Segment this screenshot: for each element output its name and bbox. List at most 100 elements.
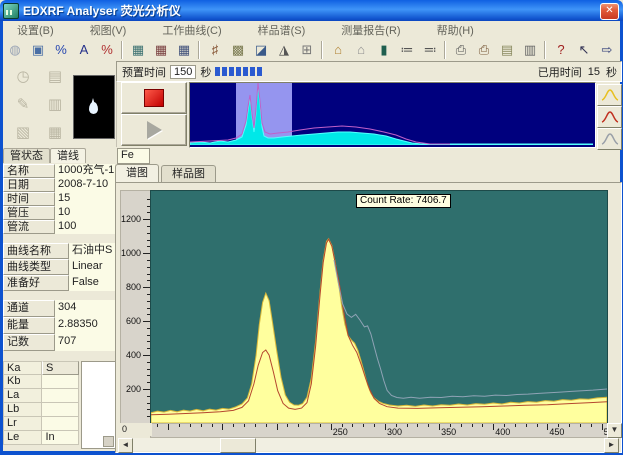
peaks-icon[interactable]: ◮: [273, 40, 295, 60]
stop-button[interactable]: [121, 82, 187, 114]
workspace: ◷▤✎▥▧▦ 管状态谱线 名称1000充气-1日期2008-7-10时间15管压…: [3, 61, 620, 451]
show-overlay-button[interactable]: [597, 128, 622, 150]
percent-red-icon[interactable]: %: [96, 40, 118, 60]
start-button[interactable]: [121, 114, 187, 146]
x-tick: [287, 424, 288, 427]
curve-delete-icon[interactable]: ▦: [150, 40, 172, 60]
prop-value: Linear: [69, 259, 115, 275]
x-tick: [212, 424, 213, 427]
x-tick-label: 450: [549, 427, 564, 437]
percent-blue-icon[interactable]: %: [50, 40, 72, 60]
x-tick: [363, 424, 364, 427]
print-preview-icon[interactable]: ▤: [496, 40, 518, 60]
stamp-icon[interactable]: ✎: [11, 93, 35, 117]
left-tab-0[interactable]: 管状态: [3, 148, 50, 163]
menu-item-2[interactable]: 工作曲线(C): [162, 22, 221, 38]
element-list-panel[interactable]: [81, 361, 116, 449]
line-label: Lr: [3, 417, 42, 431]
x-tick: [244, 424, 245, 427]
curve-new-icon[interactable]: ▦: [127, 40, 149, 60]
left-tab-1[interactable]: 谱线: [50, 148, 86, 163]
x-tick: [428, 424, 429, 427]
current-element-badge[interactable]: Fe: [117, 148, 150, 164]
scroll-left-button[interactable]: ◄: [118, 438, 133, 453]
list-alt-icon[interactable]: ≕: [419, 40, 441, 60]
menu-item-1[interactable]: 视图(V): [90, 22, 127, 38]
menu-item-5[interactable]: 帮助(H): [437, 22, 474, 38]
menu-item-4[interactable]: 测量报告(R): [341, 22, 400, 38]
x-tick: [222, 424, 223, 430]
print-setup-icon[interactable]: ⎙: [473, 40, 495, 60]
x-tick-label: 350: [441, 427, 456, 437]
x-tick: [439, 424, 440, 430]
menu-item-3[interactable]: 样品谱(S): [258, 22, 306, 38]
detector-icon[interactable]: ▦: [43, 121, 67, 145]
preset-time-value[interactable]: 150: [170, 65, 196, 79]
app-icon: [3, 3, 19, 19]
horizontal-scrollbar[interactable]: ◄ ►: [118, 438, 619, 451]
library-icon[interactable]: ▮: [373, 40, 395, 60]
spectrum-plot[interactable]: Count Rate: 7406.7: [150, 190, 608, 424]
scroll-down-button[interactable]: ▼: [607, 423, 622, 438]
network-icon[interactable]: ◍: [4, 40, 26, 60]
x-tick: [569, 424, 570, 427]
spectrum-chart-panel: 20040060080010001200 Count Rate: 7406.7 …: [115, 182, 622, 453]
acquisition-preview[interactable]: [189, 82, 596, 148]
scroll-right-button[interactable]: ►: [604, 438, 619, 453]
stop-icon: [144, 89, 164, 107]
element-list-scroll-thumb[interactable]: [103, 436, 114, 447]
form-icon[interactable]: ⊞: [296, 40, 318, 60]
grid-icon[interactable]: ♯: [204, 40, 226, 60]
line-value: [42, 389, 79, 403]
progress-segment: [215, 67, 220, 76]
x-tick: [580, 424, 581, 427]
chart-tab-1[interactable]: 样品图: [161, 165, 216, 182]
x-tick: [537, 424, 538, 427]
prop-label: 名称: [3, 164, 55, 178]
close-button[interactable]: ✕: [600, 3, 619, 20]
x-tick: [461, 424, 462, 427]
x-tick-label: 400: [495, 427, 510, 437]
image-icon[interactable]: ▣: [27, 40, 49, 60]
horizontal-scroll-thumb[interactable]: [220, 438, 256, 453]
home-alt-icon[interactable]: ⌂: [350, 40, 372, 60]
region-icon[interactable]: ▩: [227, 40, 249, 60]
line-row: LeIn: [3, 431, 79, 445]
show-spectrum-button[interactable]: [597, 84, 622, 106]
home-icon[interactable]: ⌂: [327, 40, 349, 60]
play-icon: [147, 121, 162, 139]
chart-tab-0[interactable]: 谱图: [115, 164, 159, 182]
chart-icon[interactable]: ◪: [250, 40, 272, 60]
help-book-icon[interactable]: ?: [550, 40, 572, 60]
window-title: EDXRF Analyser 荧光分析仪: [23, 2, 181, 19]
filter-icon[interactable]: ▥: [43, 93, 67, 117]
toolbar-separator: [444, 41, 446, 59]
curve-edit-icon[interactable]: ▦: [173, 40, 195, 60]
preset-time-label: 预置时间: [122, 64, 166, 80]
elapsed-time-unit: 秒: [606, 64, 617, 80]
title-bar[interactable]: EDXRF Analyser 荧光分析仪 ✕: [0, 0, 623, 21]
progress-segment: [229, 67, 234, 76]
x-tick: [352, 424, 353, 427]
document-icon[interactable]: ▧: [11, 121, 35, 145]
x-tick: [233, 424, 234, 427]
y-tick-label: 800: [126, 282, 141, 292]
menu-item-0[interactable]: 设置(B): [17, 22, 54, 38]
show-reference-button[interactable]: [597, 106, 622, 128]
tube-status-icon[interactable]: ▤: [43, 65, 67, 89]
x-tick: [255, 424, 256, 427]
x-tick: [472, 424, 473, 427]
calibrate-icon[interactable]: A: [73, 40, 95, 60]
context-help-icon[interactable]: ↖: [573, 40, 595, 60]
prop-label: 管流: [3, 220, 55, 234]
clock-icon[interactable]: ◷: [11, 65, 35, 89]
list-icon[interactable]: ≔: [396, 40, 418, 60]
prop-value: 2.88350: [55, 317, 115, 334]
exit-icon[interactable]: ⇨: [596, 40, 618, 60]
print-icon[interactable]: ⎙: [450, 40, 472, 60]
line-row: Kb: [3, 375, 79, 389]
y-tick-label: 1000: [121, 248, 141, 258]
calculator-icon[interactable]: ▥: [519, 40, 541, 60]
x-tick: [602, 424, 603, 430]
line-label: Lb: [3, 403, 42, 417]
